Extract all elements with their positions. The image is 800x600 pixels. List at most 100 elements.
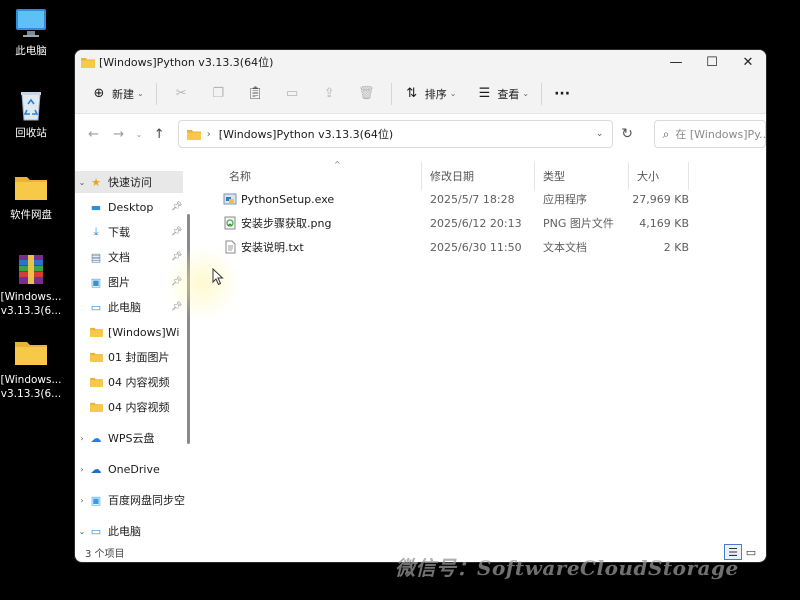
nav-baidu-netdisk[interactable]: › ▣ 百度网盘同步空 xyxy=(75,489,185,511)
file-name: PythonSetup.exe xyxy=(241,192,335,206)
folder-icon xyxy=(89,350,103,364)
paste-button[interactable]: 📋︎ xyxy=(237,80,274,108)
monitor-icon xyxy=(13,6,49,40)
download-icon: ⤓ xyxy=(93,225,99,238)
onedrive-icon: ☁ xyxy=(90,462,102,476)
close-button[interactable]: ✕ xyxy=(730,50,766,74)
more-button[interactable]: ··· xyxy=(548,80,576,108)
column-name[interactable]: ^ 名称 xyxy=(221,160,422,190)
file-date: 2025/6/12 20:13 xyxy=(430,216,522,230)
chevron-right-icon[interactable]: › xyxy=(75,496,89,505)
trash-icon: 🗑︎ xyxy=(357,86,375,101)
sort-icon: ⇅ xyxy=(406,86,418,101)
sort-button[interactable]: ⇅ 排序 ⌄ xyxy=(398,80,463,108)
address-field[interactable]: › [Windows]Python v3.13.3(64位) ⌄ xyxy=(177,120,613,148)
archive-icon xyxy=(13,252,49,286)
folder-icon xyxy=(89,400,103,414)
new-button[interactable]: ⊕ 新建 ⌄ xyxy=(85,80,150,108)
forward-button[interactable]: → xyxy=(106,121,131,147)
chevron-down-icon[interactable]: ⌄ xyxy=(588,129,612,139)
view-button[interactable]: ☰ 查看 ⌄ xyxy=(470,80,535,108)
column-type[interactable]: 类型 xyxy=(535,162,629,190)
nav-onedrive[interactable]: › ☁ OneDrive xyxy=(75,458,159,480)
nav-item-folder[interactable]: 01 封面图片 xyxy=(75,346,170,368)
refresh-icon: ↻ xyxy=(621,126,634,142)
share-button[interactable]: ⇪ xyxy=(311,80,348,108)
recent-locations-button[interactable]: ⌄ xyxy=(131,121,146,147)
star-icon: ★ xyxy=(91,175,101,189)
clipboard-icon: 📋︎ xyxy=(246,86,264,101)
nav-item-pictures[interactable]: ▣ 图片 📌︎ xyxy=(75,271,183,293)
desktop-icon-recycle-bin[interactable]: 回收站 xyxy=(0,88,62,140)
scissors-icon: ✂ xyxy=(175,86,187,101)
refresh-button[interactable]: ↻ xyxy=(613,120,642,148)
back-button[interactable]: ← xyxy=(81,121,106,147)
pin-icon: 📌︎ xyxy=(171,302,183,312)
sort-ascending-icon: ^ xyxy=(334,160,341,169)
column-size[interactable]: 大小 xyxy=(629,162,689,190)
exe-icon xyxy=(223,193,237,205)
arrow-right-icon: → xyxy=(113,126,125,142)
nav-item-folder[interactable]: 04 内容视频 xyxy=(75,371,170,393)
chevron-down-icon: ⌄ xyxy=(522,89,530,98)
chevron-right-icon[interactable]: › xyxy=(75,434,89,443)
folder-icon xyxy=(13,170,49,204)
nav-item-desktop[interactable]: ▬ Desktop 📌︎ xyxy=(75,196,183,218)
cut-button[interactable]: ✂ xyxy=(163,80,200,108)
title-bar[interactable]: [Windows]Python v3.13.3(64位) — ☐ ✕ xyxy=(75,50,766,74)
rename-button[interactable]: ▭ xyxy=(274,80,311,108)
maximize-button[interactable]: ☐ xyxy=(694,50,730,74)
nav-this-pc[interactable]: ⌄ ▭ 此电脑 xyxy=(75,520,141,542)
arrow-up-icon: ↑ xyxy=(153,126,165,142)
divider xyxy=(390,82,392,105)
monitor-icon: ▭ xyxy=(90,524,102,538)
nav-item-folder[interactable]: 04 内容视频 xyxy=(75,396,170,418)
cloud-icon: ☁ xyxy=(90,431,102,445)
minimize-button[interactable]: — xyxy=(658,50,694,74)
chevron-down-icon[interactable]: ⌄ xyxy=(75,527,89,536)
nav-item-documents[interactable]: ▤ 文档 📌︎ xyxy=(75,246,183,268)
divider xyxy=(155,82,157,105)
column-headers: ^ 名称 修改日期 类型 大小 xyxy=(191,160,766,190)
nav-quick-access[interactable]: ⌄ ★ 快速访问 xyxy=(75,171,183,193)
desktop-icon-archive[interactable]: [Windows... v3.13.3(6... xyxy=(0,252,62,318)
mouse-cursor-icon xyxy=(212,268,224,286)
nav-item-this-pc[interactable]: ▭ 此电脑 📌︎ xyxy=(75,296,183,318)
nav-item-downloads[interactable]: ⤓ 下载 📌︎ xyxy=(75,221,183,243)
column-date[interactable]: 修改日期 xyxy=(422,162,535,190)
arrow-left-icon: ← xyxy=(88,126,99,142)
command-bar: ⊕ 新建 ⌄ ✂ ❐ 📋︎ ▭ ⇪ 🗑︎ ⇅ 排序 ⌄ ☰ 查看 ⌄ ··· xyxy=(75,74,766,114)
breadcrumb[interactable]: [Windows]Python v3.13.3(64位) xyxy=(219,126,588,142)
up-button[interactable]: ↑ xyxy=(147,121,172,147)
file-size: 27,969 KB xyxy=(632,192,689,206)
nav-item-folder[interactable]: [Windows]Wi xyxy=(75,321,179,343)
nav-scrollbar[interactable] xyxy=(187,214,190,444)
plus-circle-icon: ⊕ xyxy=(93,86,105,101)
chevron-down-icon[interactable]: ⌄ xyxy=(75,178,89,187)
desktop-icon-this-pc[interactable]: 此电脑 xyxy=(0,6,62,58)
large-icons-view-button[interactable]: ▭ xyxy=(742,544,760,560)
chevron-down-icon: ⌄ xyxy=(137,89,144,98)
monitor-icon: ▭ xyxy=(90,300,102,314)
chevron-right-icon: › xyxy=(206,128,211,140)
delete-button[interactable]: 🗑︎ xyxy=(348,80,385,108)
file-name: 安装说明.txt xyxy=(241,241,304,254)
file-row[interactable]: PythonSetup.exe 2025/5/7 18:28 应用程序 27,9… xyxy=(191,187,766,211)
chevron-down-icon: ⌄ xyxy=(449,89,457,98)
chevron-right-icon[interactable]: › xyxy=(75,465,89,474)
file-row[interactable]: 安装步骤获取.png 2025/6/12 20:13 PNG 图片文件 4,16… xyxy=(191,211,766,235)
documents-icon: ▤ xyxy=(90,250,102,264)
desktop-icon-software-drive[interactable]: 软件网盘 xyxy=(0,170,62,222)
pin-icon: 📌︎ xyxy=(171,252,183,262)
desktop-icon: ▬ xyxy=(90,200,102,214)
file-row[interactable]: 安装说明.txt 2025/6/30 11:50 文本文档 2 KB xyxy=(191,235,766,259)
desktop-icon-python-folder[interactable]: [Windows... v3.13.3(6... xyxy=(0,335,62,401)
nav-wps-cloud[interactable]: › ☁ WPS云盘 xyxy=(75,427,154,449)
rename-icon: ▭ xyxy=(286,86,299,101)
copy-button[interactable]: ❐ xyxy=(200,80,237,108)
search-input[interactable]: ⌕ 在 [Windows]Py... xyxy=(653,120,766,148)
pin-icon: 📌︎ xyxy=(171,227,183,237)
share-icon: ⇪ xyxy=(323,86,335,101)
folder-icon xyxy=(81,57,95,68)
search-icon: ⌕ xyxy=(662,126,670,141)
